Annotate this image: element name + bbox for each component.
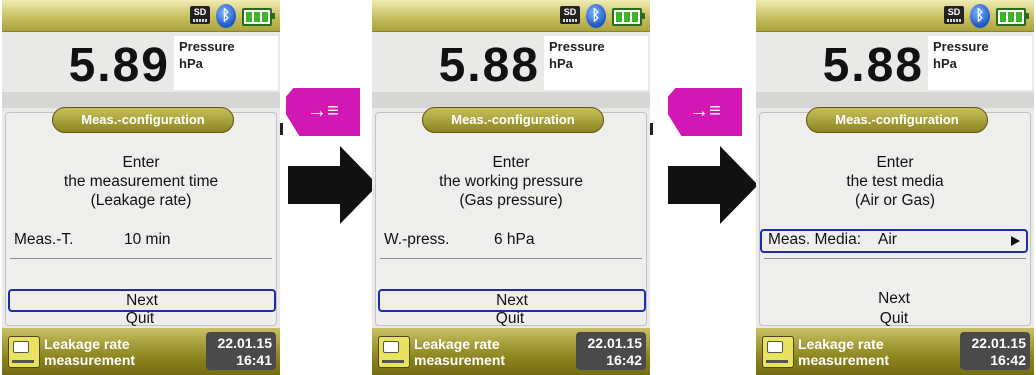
- quit-button[interactable]: Quit: [8, 309, 272, 328]
- field-label: Meas.-T.: [14, 231, 74, 248]
- leakage-meter-icon: [762, 336, 794, 368]
- field-value: 10 min: [124, 231, 171, 248]
- edge-marker: [650, 123, 653, 135]
- field-value: 6 hPa: [494, 231, 535, 248]
- footer-title: Leakage rate measurement: [414, 336, 505, 368]
- status-bar: SD ᛒ: [756, 0, 1034, 32]
- date: 22.01.15: [587, 335, 643, 351]
- prompt-text: Enter the test media (Air or Gas): [760, 153, 1030, 210]
- leakage-meter-icon: [378, 336, 410, 368]
- unit-box: Pressure hPa: [174, 36, 278, 90]
- separator: [10, 258, 272, 259]
- quit-button[interactable]: Quit: [762, 309, 1026, 328]
- unit-label: Pressure: [179, 39, 235, 54]
- bluetooth-icon: ᛒ: [586, 4, 606, 28]
- footer-title: Leakage rate measurement: [798, 336, 889, 368]
- device-screen-1: SD ᛒ 5.89 Pressure hPa Meas.-configurati…: [2, 0, 280, 375]
- config-dialog: Meas.-configuration Enter the working pr…: [375, 107, 647, 328]
- footer-bar: Leakage rate measurement 22.01.15 16:42: [372, 328, 650, 375]
- time: 16:42: [606, 352, 642, 368]
- arrow-right-icon[interactable]: [1011, 236, 1020, 246]
- unit-value: hPa: [933, 56, 957, 71]
- prompt-line-3: (Gas pressure): [459, 192, 563, 209]
- field-label: W.-press.: [384, 231, 450, 248]
- date: 22.01.15: [217, 335, 273, 351]
- time: 16:42: [990, 352, 1026, 368]
- pressure-reading: 5.88: [822, 39, 924, 92]
- prompt-text: Enter the working pressure (Gas pressure…: [376, 153, 646, 210]
- next-button[interactable]: Next: [762, 289, 1026, 308]
- prompt-line-2: the working pressure: [439, 173, 583, 190]
- quit-button[interactable]: Quit: [378, 309, 642, 328]
- battery-icon: [996, 8, 1029, 26]
- unit-value: hPa: [179, 56, 203, 71]
- time: 16:41: [236, 352, 272, 368]
- dialog-title: Meas.-configuration: [52, 107, 234, 133]
- battery-icon: [612, 8, 645, 26]
- date-time: 22.01.15 16:42: [960, 332, 1030, 370]
- status-bar: SD ᛒ: [372, 0, 650, 32]
- bluetooth-icon: ᛒ: [970, 4, 990, 28]
- sd-card-icon: SD: [944, 6, 964, 24]
- device-screen-2: SD ᛒ 5.88 Pressure hPa Meas.-configurati…: [372, 0, 650, 375]
- footer-title-line-2: measurement: [798, 352, 890, 368]
- date-time: 22.01.15 16:42: [576, 332, 646, 370]
- confirm-key[interactable]: →≡: [286, 88, 360, 136]
- dialog-title: Meas.-configuration: [422, 107, 604, 133]
- prompt-line-1: Enter: [876, 154, 914, 171]
- prompt-line-2: the measurement time: [63, 173, 219, 190]
- prompt-line-3: (Air or Gas): [854, 192, 936, 209]
- arrow-to-list-icon: →≡: [307, 100, 339, 122]
- config-dialog: Meas.-configuration Enter the test media…: [759, 107, 1031, 328]
- divider-band: [372, 92, 650, 108]
- date-time: 22.01.15 16:41: [206, 332, 276, 370]
- field-label: Meas. Media:: [768, 231, 862, 248]
- pressure-reading: 5.89: [68, 39, 170, 92]
- sd-card-icon: SD: [560, 6, 580, 24]
- footer-title-line-2: measurement: [414, 352, 506, 368]
- unit-label: Pressure: [933, 39, 989, 54]
- prompt-line-1: Enter: [492, 154, 530, 171]
- footer-bar: Leakage rate measurement 22.01.15 16:41: [2, 328, 280, 375]
- footer-title-line-1: Leakage rate: [798, 336, 884, 352]
- unit-value: hPa: [549, 56, 573, 71]
- unit-box: Pressure hPa: [928, 36, 1032, 90]
- edge-marker: [280, 123, 283, 135]
- field-value: Air: [878, 231, 897, 248]
- footer-title-line-1: Leakage rate: [414, 336, 500, 352]
- separator: [764, 258, 1026, 259]
- config-dialog: Meas.-configuration Enter the measuremen…: [5, 107, 277, 328]
- bluetooth-icon: ᛒ: [216, 4, 236, 28]
- prompt-text: Enter the measurement time (Leakage rate…: [6, 153, 276, 210]
- status-bar: SD ᛒ: [2, 0, 280, 32]
- unit-box: Pressure hPa: [544, 36, 648, 90]
- footer-title-line-1: Leakage rate: [44, 336, 130, 352]
- prompt-line-1: Enter: [122, 154, 160, 171]
- pressure-reading: 5.88: [438, 39, 540, 92]
- prompt-line-3: (Leakage rate): [90, 192, 192, 209]
- prompt-line-2: the test media: [846, 173, 944, 190]
- leakage-meter-icon: [8, 336, 40, 368]
- separator: [380, 258, 642, 259]
- footer-title-line-2: measurement: [44, 352, 136, 368]
- sd-card-icon: SD: [190, 6, 210, 24]
- date: 22.01.15: [971, 335, 1027, 351]
- device-screen-3: SD ᛒ 5.88 Pressure hPa Meas.-configurati…: [756, 0, 1034, 375]
- dialog-title: Meas.-configuration: [806, 107, 988, 133]
- footer-bar: Leakage rate measurement 22.01.15 16:42: [756, 328, 1034, 375]
- divider-band: [2, 92, 280, 108]
- divider-band: [756, 92, 1034, 108]
- battery-icon: [242, 8, 275, 26]
- arrow-to-list-icon: →≡: [689, 100, 721, 122]
- footer-title: Leakage rate measurement: [44, 336, 135, 368]
- unit-label: Pressure: [549, 39, 605, 54]
- confirm-key[interactable]: →≡: [668, 88, 742, 136]
